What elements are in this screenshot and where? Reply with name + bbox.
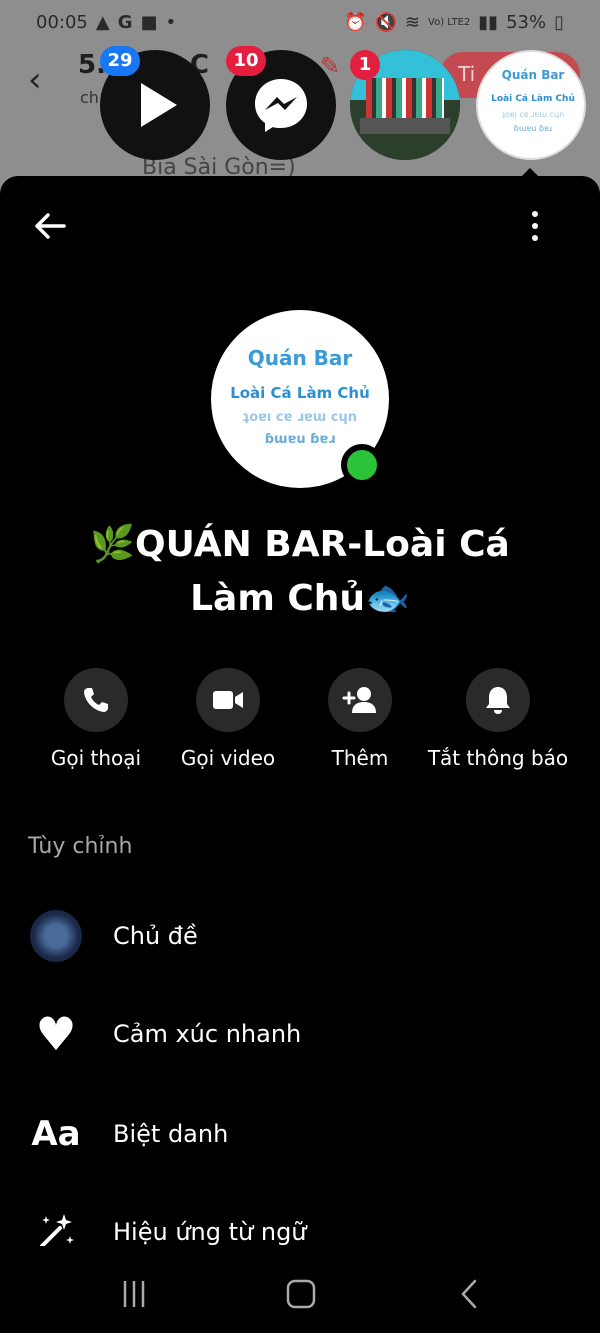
avatar-text: Loài Cá Làm Chủ	[230, 384, 370, 402]
more-options-button[interactable]	[520, 206, 550, 246]
chathead-messenger[interactable]: 10	[226, 46, 336, 160]
recent-apps-icon	[123, 1281, 145, 1307]
group-name: 🌿QUÁN BAR-Loài Cá Làm Chủ🐟	[90, 524, 510, 619]
avatar-text: Quán Bar	[247, 346, 353, 370]
section-header-customize: Tùy chỉnh	[28, 834, 133, 859]
dot-icon: •	[165, 11, 177, 33]
quick-actions: Gọi thoại Gọi video Thêm Tắt thông báo	[0, 668, 600, 778]
sparkle-wand-icon	[30, 1206, 82, 1246]
call-button[interactable]: Gọi thoại	[50, 668, 142, 770]
phone-icon	[84, 688, 108, 712]
unread-badge: 29	[100, 46, 140, 76]
network-label: Vo) LTE2	[428, 16, 471, 28]
avatar-image: Quán Bar Loài Cá Làm Chủ ʇoɐı cɐ ɹɐɯ cɥn…	[491, 68, 575, 133]
video-call-button[interactable]: Gọi video	[180, 668, 276, 770]
add-person-icon	[342, 687, 376, 713]
home-icon	[286, 1279, 316, 1309]
add-people-button[interactable]: Thêm	[314, 668, 406, 770]
chathead-group-active[interactable]: Quán Bar Loài Cá Làm Chủ ʇoɐı cɐ ɹɐɯ cɥn…	[476, 50, 586, 160]
recent-apps-button[interactable]	[114, 1274, 154, 1314]
mute-icon: 🔇	[374, 11, 397, 33]
signal-icon: ▮▮	[478, 11, 499, 33]
background-back-icon: ‹	[28, 60, 42, 100]
unread-badge: 10	[226, 46, 266, 76]
conversation-details-sheet: Quán Bar Loài Cá Làm Chủ ʇoɐı cɐ ɹɐɯ cɥn…	[0, 176, 600, 1246]
mute-notifications-button[interactable]: Tắt thông báo	[424, 668, 572, 770]
avatar-text: ʇoɐı cɐ ɹɐɯ cɥn	[243, 410, 357, 425]
more-vertical-icon	[532, 211, 538, 217]
quick-reaction-row[interactable]: ♥ Cảm xúc nhanh	[0, 994, 600, 1074]
video-notification-icon: ■	[140, 11, 158, 33]
alarm-icon: ⏰	[344, 11, 367, 33]
arrow-left-icon	[35, 213, 66, 239]
back-button[interactable]	[30, 206, 70, 246]
status-bar: 00:05 ▲ G ■ • ⏰ 🔇 ≋ Vo) LTE2 ▮▮ 53% ▯	[0, 0, 600, 44]
quick-reaction-label: Cảm xúc nhanh	[113, 1020, 302, 1048]
call-label: Gọi thoại	[50, 746, 142, 770]
google-icon: G	[117, 11, 133, 33]
theme-label: Chủ đề	[113, 922, 198, 950]
theme-icon	[30, 910, 82, 962]
add-people-label: Thêm	[331, 746, 389, 770]
nickname-icon: Aa	[31, 1114, 81, 1154]
online-status-indicator	[341, 444, 383, 486]
nicknames-row[interactable]: Aa Biệt danh	[0, 1094, 600, 1174]
nicknames-label: Biệt danh	[113, 1120, 229, 1148]
battery-level: 53%	[506, 11, 547, 33]
word-effects-row[interactable]: Hiệu ứng từ ngữ	[0, 1192, 600, 1246]
background-subtitle: ch	[80, 88, 99, 107]
messenger-icon	[255, 79, 307, 132]
mute-notifications-label: Tắt thông báo	[427, 746, 569, 770]
home-button[interactable]	[281, 1274, 321, 1314]
heart-icon: ♥	[35, 1007, 77, 1061]
theme-row[interactable]: Chủ đề	[0, 896, 600, 976]
video-camera-icon	[213, 691, 243, 709]
bell-icon	[486, 687, 510, 714]
video-call-label: Gọi video	[180, 746, 276, 770]
back-nav-button[interactable]	[450, 1274, 490, 1314]
battery-icon: ▯	[554, 11, 564, 33]
wifi-icon: ≋	[404, 11, 421, 33]
play-icon	[141, 83, 177, 127]
chevron-left-icon	[461, 1279, 477, 1309]
chathead-video[interactable]: 29	[100, 46, 210, 160]
status-time: 00:05	[36, 11, 88, 33]
warning-icon: ▲	[95, 11, 110, 33]
system-navigation-bar	[0, 1246, 600, 1333]
unread-badge: 1	[350, 50, 380, 80]
word-effects-label: Hiệu ứng từ ngữ	[113, 1218, 307, 1246]
